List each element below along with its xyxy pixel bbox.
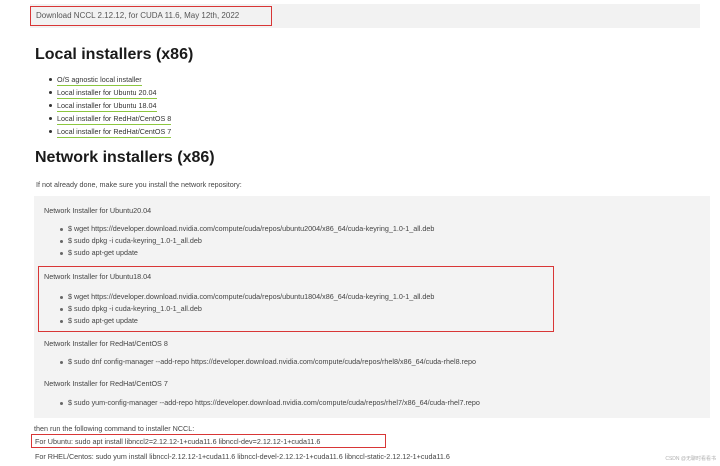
- section-title-rhel8: Network Installer for RedHat/CentOS 8: [44, 339, 168, 348]
- command-line: $ sudo dpkg -i cuda-keyring_1.0-1_all.de…: [58, 303, 434, 315]
- local-installer-link[interactable]: Local installer for Ubuntu 20.04: [57, 88, 157, 99]
- section-title-rhel7: Network Installer for RedHat/CentOS 7: [44, 379, 168, 388]
- highlight-box-release: [30, 6, 272, 26]
- section-title-ubuntu1804: Network Installer for Ubuntu18.04: [44, 272, 152, 281]
- local-installers-heading: Local installers (x86): [35, 46, 194, 63]
- local-installer-link[interactable]: Local installer for RedHat/CentOS 8: [57, 114, 172, 125]
- commands-ubuntu2004: $ wget https://developer.download.nvidia…: [58, 223, 434, 259]
- command-line: $ wget https://developer.download.nvidia…: [58, 291, 434, 303]
- watermark: CSDN @无聊时看看书: [665, 456, 716, 462]
- local-installer-list: O/S agnostic local installer Local insta…: [48, 73, 172, 138]
- command-line: $ sudo dpkg -i cuda-keyring_1.0-1_all.de…: [58, 235, 434, 247]
- commands-rhel7: $ sudo yum-config-manager --add-repo htt…: [58, 397, 480, 409]
- rhel-install-command: For RHEL/Centos: sudo yum install libncc…: [35, 452, 450, 461]
- command-line: $ sudo dnf config-manager --add-repo htt…: [58, 356, 476, 368]
- local-installer-link[interactable]: Local installer for RedHat/CentOS 7: [57, 127, 172, 138]
- command-line: $ sudo apt-get update: [58, 315, 434, 327]
- commands-rhel8: $ sudo dnf config-manager --add-repo htt…: [58, 356, 476, 368]
- local-installer-item[interactable]: Local installer for RedHat/CentOS 8: [48, 112, 172, 125]
- local-installer-item[interactable]: Local installer for RedHat/CentOS 7: [48, 125, 172, 138]
- local-installer-item[interactable]: O/S agnostic local installer: [48, 73, 171, 86]
- section-title-ubuntu2004: Network Installer for Ubuntu20.04: [44, 206, 152, 215]
- local-installer-link[interactable]: O/S agnostic local installer: [57, 75, 142, 86]
- command-line: $ sudo apt-get update: [58, 247, 434, 259]
- local-installer-item[interactable]: Local installer for Ubuntu 20.04: [48, 86, 171, 99]
- local-installer-link[interactable]: Local installer for Ubuntu 18.04: [57, 101, 157, 112]
- ubuntu-install-command: For Ubuntu: sudo apt install libnccl2=2.…: [35, 437, 321, 446]
- install-nccl-intro: then run the following command to instal…: [34, 424, 195, 433]
- network-intro-text: If not already done, make sure you insta…: [36, 180, 242, 189]
- network-installers-heading: Network installers (x86): [35, 149, 215, 166]
- local-installer-item[interactable]: Local installer for Ubuntu 18.04: [48, 99, 171, 112]
- commands-ubuntu1804: $ wget https://developer.download.nvidia…: [58, 291, 434, 327]
- command-line: $ sudo yum-config-manager --add-repo htt…: [58, 397, 480, 409]
- command-line: $ wget https://developer.download.nvidia…: [58, 223, 434, 235]
